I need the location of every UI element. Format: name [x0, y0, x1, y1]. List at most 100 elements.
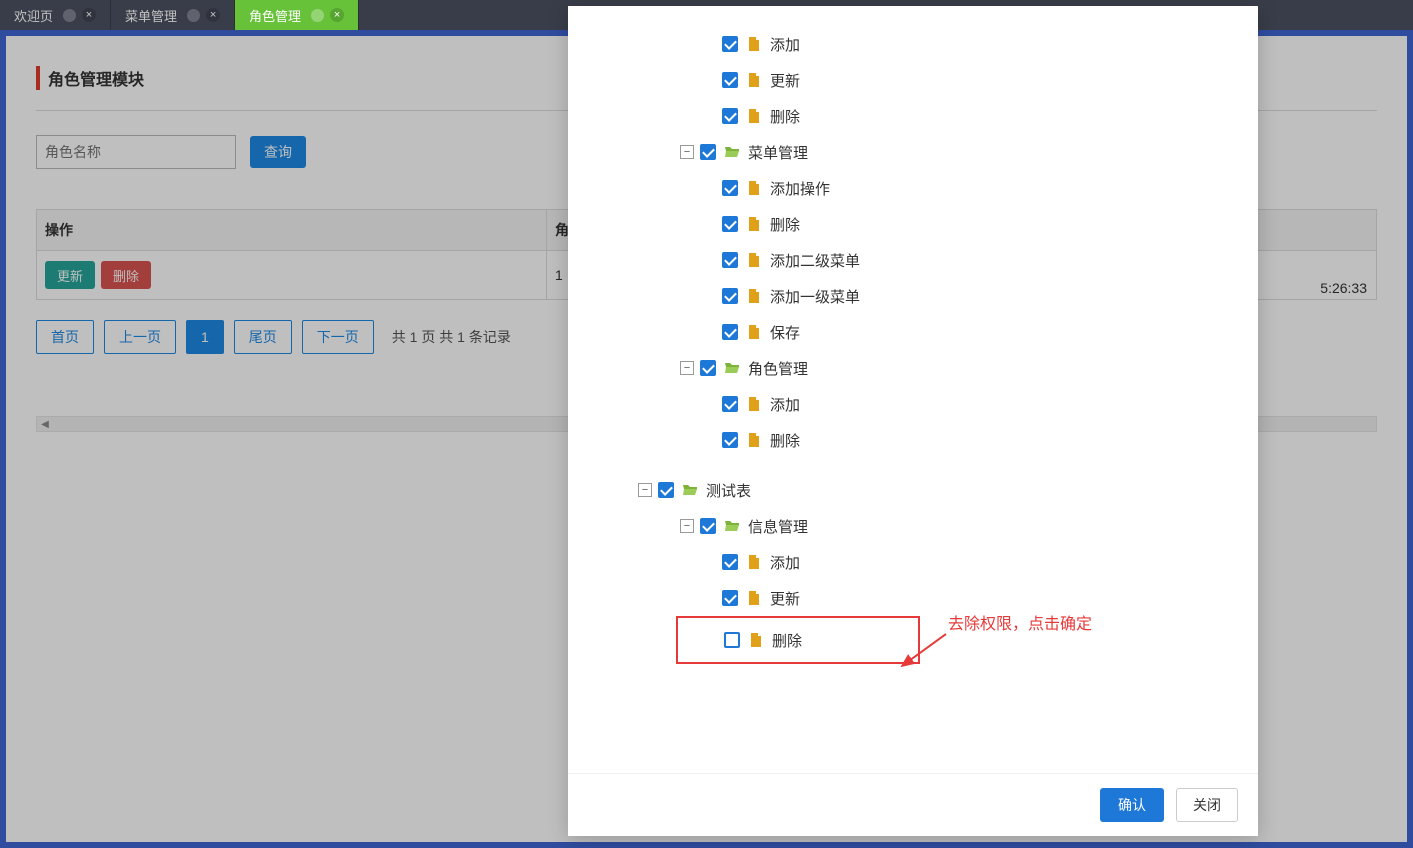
tree-branch-test[interactable]: − 测试表 [598, 472, 1228, 508]
tree-label: 角色管理 [748, 358, 808, 379]
tree-leaf[interactable]: 保存 [598, 314, 1228, 350]
tree-label: 添加二级菜单 [770, 250, 860, 271]
page-prev[interactable]: 上一页 [104, 320, 176, 354]
checkbox[interactable] [700, 518, 716, 534]
modal-footer: 确认 关闭 [568, 773, 1258, 836]
tree-leaf[interactable]: 添加一级菜单 [598, 278, 1228, 314]
page-summary: 共 1 页 共 1 条记录 [392, 327, 511, 347]
scroll-left-icon[interactable]: ◀ [39, 418, 51, 430]
folder-open-icon [724, 360, 740, 376]
expand-toggle[interactable]: − [680, 519, 694, 533]
tree-leaf[interactable]: 添加 [598, 386, 1228, 422]
content-frame: 角色管理模块 查询 操作 角 更新 删除 [0, 30, 1413, 848]
file-icon [746, 252, 762, 268]
close-icon[interactable]: × [82, 8, 96, 22]
timestamp-fragment: 5:26:33 [1320, 280, 1367, 296]
tree-label: 菜单管理 [748, 142, 808, 163]
tree-leaf[interactable]: 删除 [598, 422, 1228, 458]
permission-tree: 添加 更新 删除 − 菜单管理 [598, 26, 1228, 664]
file-icon [746, 590, 762, 606]
tab-welcome[interactable]: 欢迎页 × [0, 0, 111, 30]
tree-label: 删除 [770, 430, 800, 451]
file-icon [748, 632, 764, 648]
checkbox[interactable] [722, 180, 738, 196]
checkbox[interactable] [722, 72, 738, 88]
col-operation: 操作 [37, 210, 547, 251]
tree-label: 保存 [770, 322, 800, 343]
tab-menu-mgmt[interactable]: 菜单管理 × [111, 0, 235, 30]
tab-refresh-icon[interactable] [187, 9, 200, 22]
tree-label: 更新 [770, 588, 800, 609]
tab-label: 欢迎页 [14, 6, 53, 25]
tree-branch-menu[interactable]: − 菜单管理 [598, 134, 1228, 170]
tree-label: 更新 [770, 70, 800, 91]
tree-label: 删除 [770, 214, 800, 235]
tree-label: 信息管理 [748, 516, 808, 537]
checkbox-unchecked[interactable] [724, 632, 740, 648]
folder-open-icon [682, 482, 698, 498]
tree-leaf[interactable]: 添加 [598, 26, 1228, 62]
tree-leaf[interactable]: 更新 [598, 62, 1228, 98]
checkbox[interactable] [700, 360, 716, 376]
close-icon[interactable]: × [330, 8, 344, 22]
tree-branch-info[interactable]: − 信息管理 [598, 508, 1228, 544]
page-last[interactable]: 尾页 [234, 320, 292, 354]
file-icon [746, 324, 762, 340]
file-icon [746, 554, 762, 570]
page-current[interactable]: 1 [186, 320, 224, 354]
tree-leaf[interactable]: 添加二级菜单 [598, 242, 1228, 278]
checkbox[interactable] [722, 396, 738, 412]
tab-refresh-icon[interactable] [63, 9, 76, 22]
file-icon [746, 36, 762, 52]
tree-leaf[interactable]: 删除 [598, 206, 1228, 242]
page-first[interactable]: 首页 [36, 320, 94, 354]
checkbox[interactable] [700, 144, 716, 160]
tab-refresh-icon[interactable] [311, 9, 324, 22]
role-name-input[interactable] [36, 135, 236, 169]
checkbox[interactable] [722, 590, 738, 606]
tree-leaf[interactable]: 删除 [598, 98, 1228, 134]
page-next[interactable]: 下一页 [302, 320, 374, 354]
permission-modal: 添加 更新 删除 − 菜单管理 [568, 6, 1258, 836]
checkbox[interactable] [722, 288, 738, 304]
checkbox[interactable] [722, 108, 738, 124]
checkbox[interactable] [722, 324, 738, 340]
checkbox[interactable] [722, 36, 738, 52]
expand-toggle[interactable]: − [638, 483, 652, 497]
annotation-text: 去除权限，点击确定 [948, 610, 1092, 634]
tree-label: 添加操作 [770, 178, 830, 199]
folder-open-icon [724, 144, 740, 160]
file-icon [746, 216, 762, 232]
tree-leaf[interactable]: 添加 [598, 544, 1228, 580]
delete-button[interactable]: 删除 [101, 261, 151, 289]
checkbox[interactable] [658, 482, 674, 498]
file-icon [746, 72, 762, 88]
tree-branch-role[interactable]: − 角色管理 [598, 350, 1228, 386]
confirm-button[interactable]: 确认 [1100, 788, 1164, 822]
checkbox[interactable] [722, 432, 738, 448]
update-button[interactable]: 更新 [45, 261, 95, 289]
tree-label: 添加 [770, 552, 800, 573]
tree-leaf-delete-highlighted[interactable]: 删除 [678, 622, 918, 658]
folder-open-icon [724, 518, 740, 534]
file-icon [746, 288, 762, 304]
tree-label: 删除 [772, 630, 802, 651]
tree-leaf[interactable]: 添加操作 [598, 170, 1228, 206]
tree-label: 测试表 [706, 480, 751, 501]
file-icon [746, 396, 762, 412]
expand-toggle[interactable]: − [680, 361, 694, 375]
tree-label: 添加 [770, 34, 800, 55]
checkbox[interactable] [722, 252, 738, 268]
modal-body: 添加 更新 删除 − 菜单管理 [568, 6, 1258, 773]
search-button[interactable]: 查询 [250, 136, 306, 168]
tab-role-mgmt[interactable]: 角色管理 × [235, 0, 359, 30]
checkbox[interactable] [722, 216, 738, 232]
tree-leaf[interactable]: 更新 [598, 580, 1228, 616]
tree-label: 添加 [770, 394, 800, 415]
expand-toggle[interactable]: − [680, 145, 694, 159]
close-button[interactable]: 关闭 [1176, 788, 1238, 822]
file-icon [746, 432, 762, 448]
tree-label: 删除 [770, 106, 800, 127]
close-icon[interactable]: × [206, 8, 220, 22]
checkbox[interactable] [722, 554, 738, 570]
